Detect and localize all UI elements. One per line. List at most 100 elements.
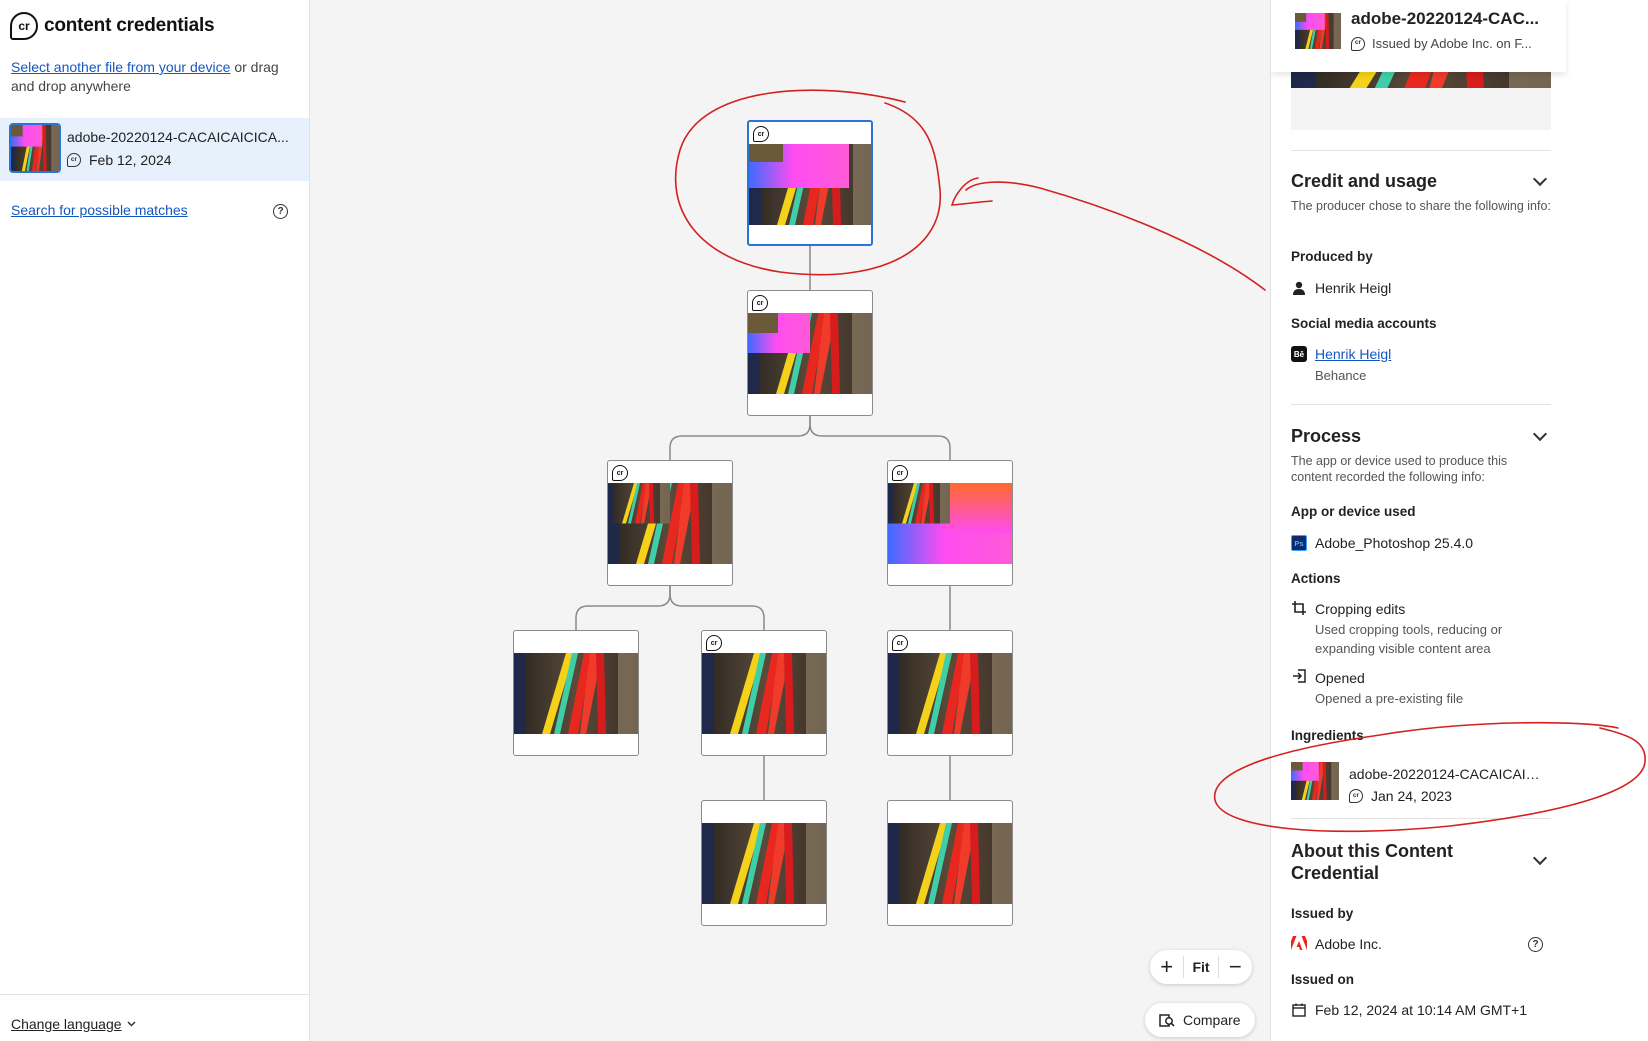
crop-icon	[1291, 600, 1307, 616]
header-issued-text: Issued by Adobe Inc. on F...	[1372, 36, 1532, 51]
node-image	[514, 653, 638, 734]
behance-link[interactable]: Henrik Heigl	[1315, 346, 1391, 362]
issued-on-date: Feb 12, 2024 at 10:14 AM GMT+1	[1315, 1002, 1528, 1018]
process-heading[interactable]: Process	[1291, 425, 1361, 447]
app-name: Adobe_Photoshop 25.4.0	[1315, 535, 1474, 551]
action-opened-title: Opened	[1315, 670, 1365, 686]
help-icon[interactable]: ?	[273, 204, 288, 219]
selected-file-item[interactable]: adobe-20220124-CACAICAICICA... cr Feb 12…	[0, 118, 309, 181]
tree-node[interactable]: cr	[607, 460, 733, 586]
section-divider	[1291, 150, 1551, 151]
section-divider	[1291, 404, 1551, 405]
behance-icon: Bē	[1291, 346, 1307, 362]
ingredient-thumbnail[interactable]	[1291, 762, 1339, 800]
tree-node[interactable]: cr	[887, 460, 1013, 586]
upload-hint: Select another file from your device or …	[11, 58, 296, 96]
cr-logo-icon: cr	[10, 12, 38, 40]
header-issued: cr Issued by Adobe Inc. on F...	[1351, 36, 1557, 51]
tree-node[interactable]	[701, 800, 827, 926]
app-label: App or device used	[1291, 504, 1416, 519]
file-name: adobe-20220124-CACAICAICICA...	[67, 129, 289, 145]
action-cropping-title: Cropping edits	[1315, 601, 1406, 617]
tree-node[interactable]: cr	[887, 630, 1013, 756]
social-label: Social media accounts	[1291, 316, 1437, 331]
search-matches-link[interactable]: Search for possible matches	[11, 202, 188, 218]
sidebar-divider	[0, 994, 309, 995]
change-language-button[interactable]: Change language	[11, 1016, 136, 1032]
zoom-out-button[interactable]: −	[1219, 950, 1252, 984]
node-image	[749, 144, 873, 225]
ingredient-date: Jan 24, 2023	[1371, 788, 1452, 804]
compare-label: Compare	[1183, 1012, 1241, 1028]
cr-badge-icon: cr	[892, 465, 908, 481]
header-thumbnail	[1295, 13, 1341, 49]
cr-badge-icon: cr	[892, 635, 908, 651]
calendar-icon	[1291, 1002, 1307, 1018]
process-desc: The app or device used to produce this c…	[1291, 454, 1508, 484]
cr-badge-icon: cr	[752, 295, 768, 311]
change-language-label: Change language	[11, 1016, 122, 1032]
content-credentials-logo[interactable]: cr content credentials	[10, 12, 215, 40]
tree-node-current[interactable]: cr	[747, 120, 873, 246]
chevron-down-icon[interactable]	[1532, 426, 1548, 442]
compare-icon	[1159, 1014, 1175, 1027]
node-image	[888, 653, 1012, 734]
panel-header: adobe-20220124-CAC... cr Issued by Adobe…	[1271, 0, 1566, 72]
preview-image	[1291, 72, 1551, 88]
zoom-controls: + Fit −	[1150, 950, 1252, 984]
cr-badge-icon: cr	[612, 465, 628, 481]
header-title: adobe-20220124-CAC...	[1351, 9, 1540, 28]
cr-badge-icon: cr	[1351, 36, 1365, 51]
brand-name: content credentials	[44, 15, 215, 36]
issued-on-label: Issued on	[1291, 972, 1355, 987]
produced-by-label: Produced by	[1291, 249, 1373, 264]
photoshop-icon: Ps	[1291, 535, 1307, 551]
cr-badge-icon: cr	[1349, 789, 1363, 803]
issued-by-label: Issued by	[1291, 906, 1354, 921]
open-file-icon	[1291, 668, 1307, 684]
file-date: Feb 12, 2024	[89, 152, 172, 168]
about-heading[interactable]: About this Content Credential	[1291, 840, 1501, 884]
chevron-down-icon[interactable]	[1532, 850, 1548, 866]
cr-badge-icon: cr	[706, 635, 722, 651]
tree-node[interactable]	[513, 630, 639, 756]
tree-node[interactable]: cr	[701, 630, 827, 756]
chevron-down-icon	[127, 1021, 136, 1027]
compare-button[interactable]: Compare	[1145, 1003, 1255, 1037]
chevron-down-icon[interactable]	[1532, 171, 1548, 187]
tree-node[interactable]	[887, 800, 1013, 926]
section-divider	[1291, 818, 1551, 819]
credit-desc: The producer chose to share the followin…	[1291, 199, 1551, 213]
details-panel: adobe-20220124-CAC... cr Issued by Adobe…	[1270, 0, 1648, 1041]
node-image	[888, 483, 1012, 564]
issuer-name: Adobe Inc.	[1315, 936, 1382, 952]
action-opened-desc: Opened a pre-existing file	[1315, 691, 1464, 706]
producer-name: Henrik Heigl	[1315, 280, 1392, 296]
cr-badge-icon: cr	[753, 126, 769, 142]
zoom-in-button[interactable]: +	[1150, 950, 1183, 984]
provenance-tree-canvas[interactable]: cr cr cr cr cr cr + Fit − Compare	[310, 0, 1270, 1041]
file-thumbnail	[9, 123, 61, 173]
cr-badge-icon: cr	[67, 153, 81, 167]
action-cropping-desc: Used cropping tools, reducing or expandi…	[1315, 622, 1503, 656]
select-file-link[interactable]: Select another file from your device	[11, 59, 230, 75]
node-image	[608, 483, 732, 564]
credit-usage-heading[interactable]: Credit and usage	[1291, 170, 1437, 192]
node-image	[702, 653, 826, 734]
node-image	[702, 823, 826, 904]
node-image	[888, 823, 1012, 904]
adobe-icon	[1291, 935, 1307, 951]
ingredients-label: Ingredients	[1291, 728, 1364, 743]
actions-label: Actions	[1291, 571, 1341, 586]
person-icon	[1291, 280, 1307, 296]
image-preview	[1291, 72, 1551, 130]
node-image	[748, 313, 872, 394]
tree-node[interactable]: cr	[747, 290, 873, 416]
file-date-row: cr Feb 12, 2024	[67, 152, 172, 168]
help-icon[interactable]: ?	[1528, 937, 1543, 952]
left-sidebar: cr content credentials Select another fi…	[0, 0, 310, 1041]
zoom-fit-button[interactable]: Fit	[1183, 956, 1219, 978]
ingredient-name[interactable]: adobe-20220124-CACAICAICI...	[1349, 766, 1549, 782]
social-site: Behance	[1315, 368, 1367, 383]
ingredient-date-row: cr Jan 24, 2023	[1349, 788, 1452, 804]
